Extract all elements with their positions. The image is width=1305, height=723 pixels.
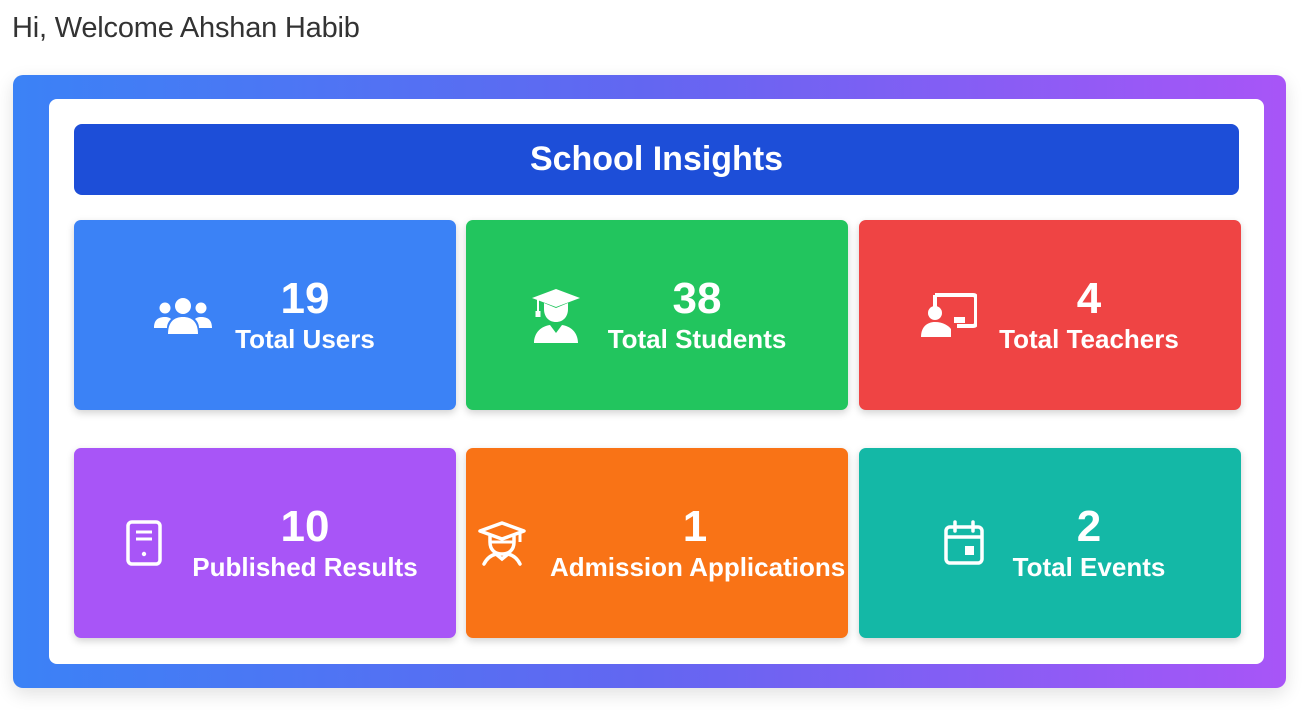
teacher-icon: [921, 293, 977, 337]
stat-card-total-teachers[interactable]: 4 Total Teachers: [859, 220, 1241, 410]
graduate-icon: [530, 287, 582, 343]
stat-label: Total Students: [607, 324, 787, 354]
stat-value: 1: [682, 502, 708, 551]
users-icon: [154, 294, 212, 336]
stat-value: 38: [672, 274, 722, 323]
stat-label: Total Teachers: [999, 324, 1179, 354]
stat-label: Published Results: [192, 552, 418, 582]
stat-label: Total Users: [235, 324, 375, 354]
calendar-icon: [943, 520, 985, 566]
stat-card-admission-applications[interactable]: 1 Admission Applications: [466, 448, 848, 638]
stat-card-total-students[interactable]: 38 Total Students: [466, 220, 848, 410]
insights-title: School Insights: [529, 140, 784, 178]
stat-value: 2: [1076, 502, 1102, 551]
stat-label: Total Events: [1012, 552, 1166, 582]
stat-value: 4: [1076, 274, 1102, 323]
welcome-greeting: Hi, Welcome Ahshan Habib: [12, 12, 360, 44]
insights-title-bar: School Insights: [74, 124, 1239, 195]
stat-card-total-users[interactable]: 19 Total Users: [74, 220, 456, 410]
student-cap-icon: [478, 520, 526, 566]
stat-card-published-results[interactable]: 10 Published Results: [74, 448, 456, 638]
document-icon: [126, 520, 162, 566]
insights-card: School Insights 19 Total Users 38 Total …: [49, 99, 1264, 664]
stat-label: Admission Applications: [550, 552, 846, 582]
stat-card-total-events[interactable]: 2 Total Events: [859, 448, 1241, 638]
stat-value: 10: [280, 502, 330, 551]
stat-value: 19: [280, 274, 330, 323]
insights-frame: School Insights 19 Total Users 38 Total …: [13, 75, 1286, 688]
